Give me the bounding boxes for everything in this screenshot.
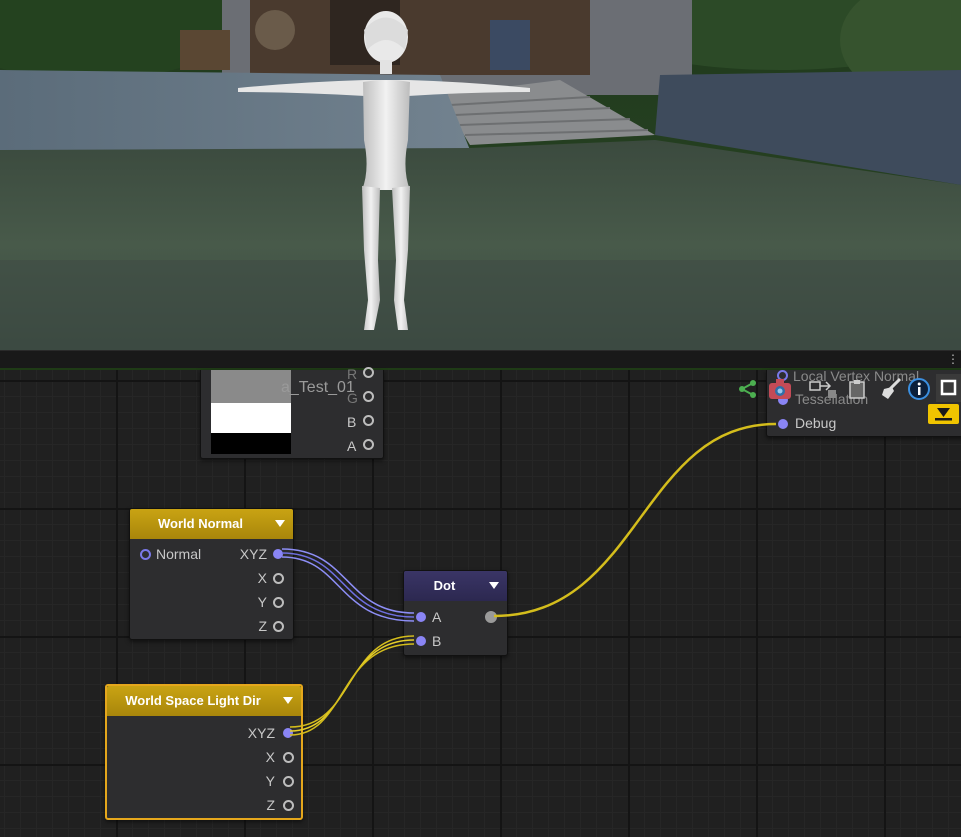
port-label-y: Y — [257, 594, 267, 610]
port-xyz-out[interactable] — [283, 728, 293, 738]
port-label-b: B — [347, 414, 357, 430]
port-z-out[interactable] — [283, 800, 294, 811]
clipboard-icon[interactable] — [848, 378, 866, 400]
port-label-z: Z — [258, 618, 267, 634]
port-r[interactable] — [363, 367, 374, 378]
port-x-out[interactable] — [283, 752, 294, 763]
port-label-a: A — [432, 609, 442, 625]
texture-preview-node[interactable]: a_Test_01 R G B A — [200, 366, 384, 459]
texture-preview-image — [211, 370, 291, 454]
chevron-down-icon[interactable] — [275, 520, 285, 527]
world-normal-title: World Normal — [158, 516, 243, 531]
world-normal-header[interactable]: World Normal — [130, 509, 293, 539]
port-label-xyz: XYZ — [239, 546, 267, 562]
dot-header[interactable]: Dot — [404, 571, 507, 601]
more-options-icon[interactable]: ⋮ — [947, 353, 959, 365]
port-label-g: G — [347, 390, 358, 406]
port-debug[interactable] — [778, 419, 788, 429]
port-label-debug: Debug — [795, 415, 837, 431]
port-y-out[interactable] — [283, 776, 294, 787]
port-label-normal: Normal — [156, 546, 202, 562]
port-label-xyz: XYZ — [247, 725, 275, 741]
port-normal-in[interactable] — [140, 549, 151, 560]
port-b[interactable] — [363, 415, 374, 426]
scene-viewport[interactable] — [0, 0, 961, 350]
port-label-y: Y — [265, 773, 275, 789]
port-label-x: X — [265, 749, 275, 765]
shader-icon[interactable] — [808, 378, 838, 400]
port-label-b: B — [432, 633, 442, 649]
port-out[interactable] — [485, 611, 497, 623]
broom-icon[interactable] — [880, 377, 904, 401]
port-z-out[interactable] — [273, 621, 284, 632]
port-xyz-out[interactable] — [273, 549, 283, 559]
port-label-r: R — [347, 366, 358, 382]
light-dir-title: World Space Light Dir — [125, 693, 261, 708]
light-dir-header[interactable]: World Space Light Dir — [107, 686, 301, 716]
port-y-out[interactable] — [273, 597, 284, 608]
port-a-in[interactable] — [416, 612, 426, 622]
chevron-down-icon[interactable] — [489, 582, 499, 589]
maximize-icon[interactable] — [936, 374, 961, 402]
share-icon[interactable] — [738, 379, 758, 399]
preview-node-title: a_Test_01 — [281, 379, 355, 396]
info-icon[interactable] — [907, 377, 931, 401]
world-normal-node[interactable]: World Normal Normal XYZ X Y Z — [129, 508, 294, 640]
dot-node[interactable]: Dot A B — [403, 570, 508, 656]
dot-title: Dot — [433, 578, 456, 593]
port-a[interactable] — [363, 439, 374, 450]
port-g[interactable] — [363, 391, 374, 402]
scene-render — [0, 0, 961, 350]
chevron-down-icon[interactable] — [283, 697, 293, 704]
port-label-z: Z — [266, 797, 275, 813]
port-label-x: X — [257, 570, 267, 586]
world-space-light-dir-node[interactable]: World Space Light Dir XYZ X Y Z — [105, 684, 303, 820]
camera-icon[interactable] — [768, 378, 792, 400]
port-b-in[interactable] — [416, 636, 426, 646]
port-x-out[interactable] — [273, 573, 284, 584]
port-label-a: A — [347, 438, 357, 454]
download-icon[interactable] — [926, 402, 961, 428]
